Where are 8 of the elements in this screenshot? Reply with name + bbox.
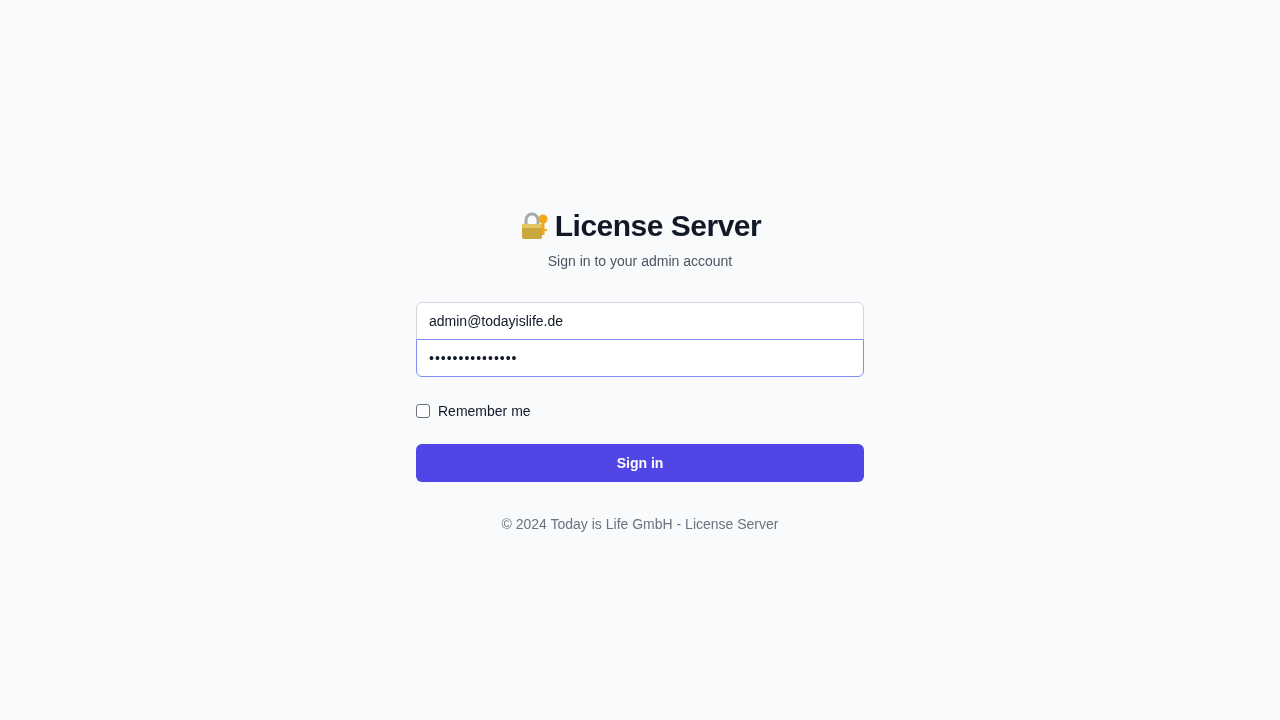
remember-label: Remember me [438,403,531,419]
subtitle: Sign in to your admin account [547,253,733,269]
remember-checkbox[interactable] [416,404,430,418]
password-field[interactable]: ••••••••••••••• [416,339,864,377]
sign-in-button[interactable]: Sign in [416,444,864,482]
page-title: License Server [554,209,762,243]
footer-text: © 2024 Today is Life GmbH - License Server [501,516,779,532]
email-field[interactable]: admin@todayislife.de [416,302,864,340]
